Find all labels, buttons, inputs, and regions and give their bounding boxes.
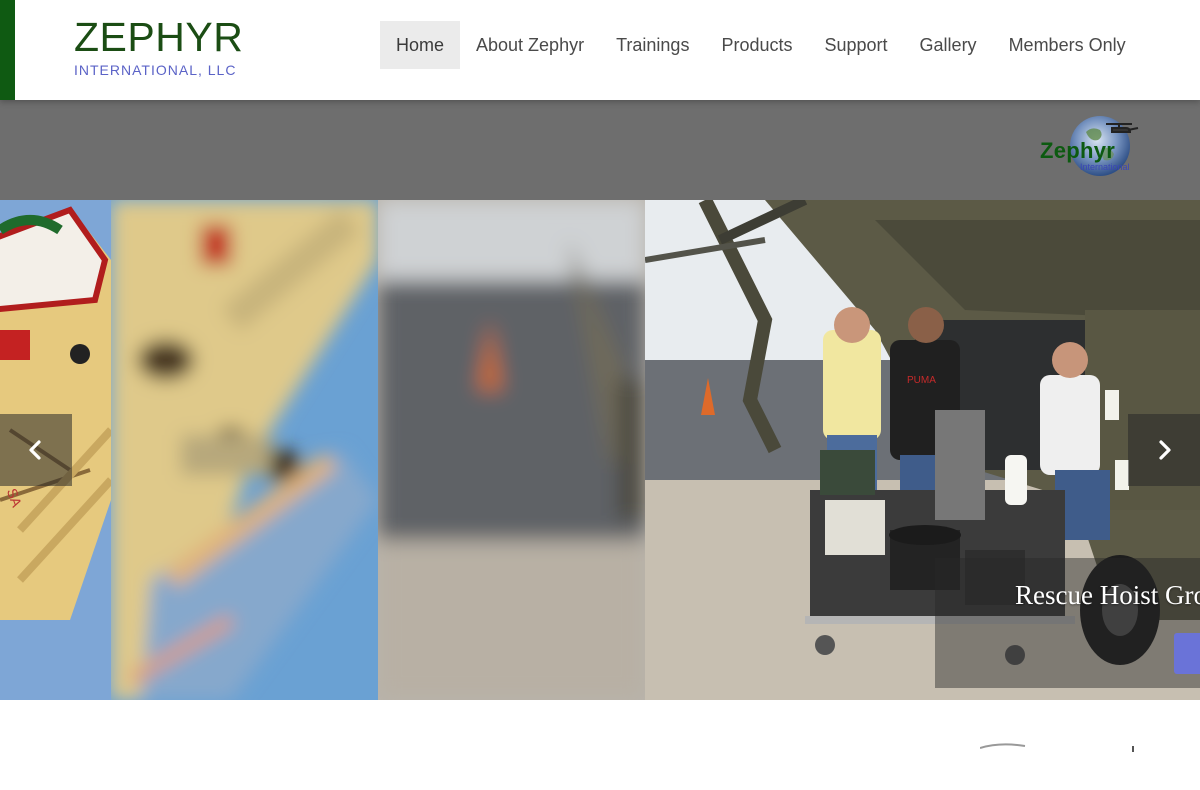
nav-item-gallery[interactable]: Gallery xyxy=(904,21,993,69)
slide-caption: Rescue Hoist Gro xyxy=(1015,580,1200,610)
slide-strip-3 xyxy=(378,200,645,700)
slide-caption-button[interactable] xyxy=(1174,633,1200,674)
zephyr-globe-logo: Zephyr International xyxy=(1036,114,1140,180)
slide-strip-2 xyxy=(111,200,378,700)
blurred-helicopter-image xyxy=(111,200,378,700)
logo-subtitle: INTERNATIONAL, LLC xyxy=(74,62,237,78)
svg-text:PUMA: PUMA xyxy=(907,375,936,386)
blurred-tarmac-image xyxy=(378,200,645,700)
slide-strip-4: PUMA xyxy=(645,200,1200,700)
nav-item-home[interactable]: Home xyxy=(380,21,461,69)
nav-item-about-zephyr[interactable]: About Zephyr xyxy=(460,21,600,69)
nav-item-trainings[interactable]: Trainings xyxy=(600,21,705,69)
site-header: ZEPHYR INTERNATIONAL, LLC Home About Zep… xyxy=(0,0,1200,100)
nav-item-products[interactable]: Products xyxy=(705,21,808,69)
hero-carousel: SA PUMA Rescue Hoist Gro xyxy=(0,200,1200,700)
nav-item-members-only[interactable]: Members Only xyxy=(993,21,1142,69)
carousel-prev-button[interactable] xyxy=(0,414,72,486)
content-area xyxy=(0,700,1200,752)
header-accent-strip xyxy=(0,0,15,100)
band-logo-text: Zephyr xyxy=(1040,138,1116,163)
nav-item-support[interactable]: Support xyxy=(809,21,904,69)
partial-image-fragment xyxy=(980,743,1134,752)
logo-band: Zephyr International xyxy=(0,100,1200,200)
chevron-left-icon xyxy=(29,440,41,460)
logo-title: ZEPHYR xyxy=(74,14,244,60)
carousel-next-button[interactable] xyxy=(1128,414,1200,486)
site-logo[interactable]: ZEPHYR INTERNATIONAL, LLC xyxy=(74,14,243,78)
rescue-hoist-photo: PUMA xyxy=(645,200,1200,700)
band-logo-subtext: International xyxy=(1080,162,1130,172)
chevron-right-icon xyxy=(1159,440,1171,460)
main-nav: Home About Zephyr Trainings Products Sup… xyxy=(380,21,1142,69)
